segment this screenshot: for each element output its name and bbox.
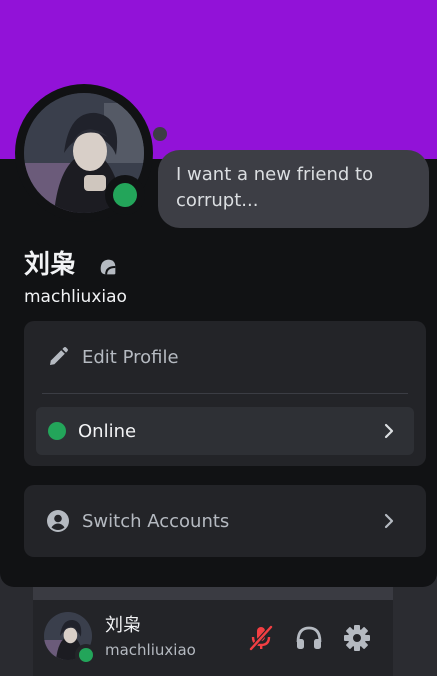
display-name: 刘枭 (24, 250, 77, 280)
nitro-badge-icon[interactable] (97, 256, 119, 278)
online-status-indicator (113, 183, 137, 207)
user-panel-display-name[interactable]: 刘枭 (105, 614, 141, 638)
thought-bubble-dot (153, 127, 167, 141)
chevron-right-icon (384, 423, 394, 439)
status-label: Online (78, 420, 137, 442)
user-panel-username: machliuxiao (105, 641, 196, 659)
edit-profile-label: Edit Profile (82, 346, 179, 368)
profile-actions-card: Edit Profile Online (24, 321, 426, 466)
switch-accounts-card: Switch Accounts (24, 485, 426, 557)
user-circle-icon (47, 510, 69, 532)
switch-accounts-button[interactable]: Switch Accounts (36, 497, 414, 545)
online-status-dot (48, 422, 66, 440)
user-panel-online-indicator (79, 648, 93, 662)
edit-profile-button[interactable]: Edit Profile (36, 333, 414, 381)
online-status-button[interactable]: Online (36, 407, 414, 455)
user-profile-popout: I want a new friend to corrupt... 刘枭 mac… (0, 0, 437, 587)
custom-status-bubble[interactable]: I want a new friend to corrupt... (158, 150, 429, 228)
username: machliuxiao (24, 287, 127, 307)
mic-muted-icon[interactable] (245, 622, 277, 654)
switch-accounts-label: Switch Accounts (82, 510, 230, 532)
gear-icon[interactable] (341, 622, 373, 654)
menu-divider (42, 393, 408, 394)
pencil-icon (50, 347, 68, 365)
chevron-right-icon (384, 513, 394, 529)
headphones-icon[interactable] (293, 622, 325, 654)
